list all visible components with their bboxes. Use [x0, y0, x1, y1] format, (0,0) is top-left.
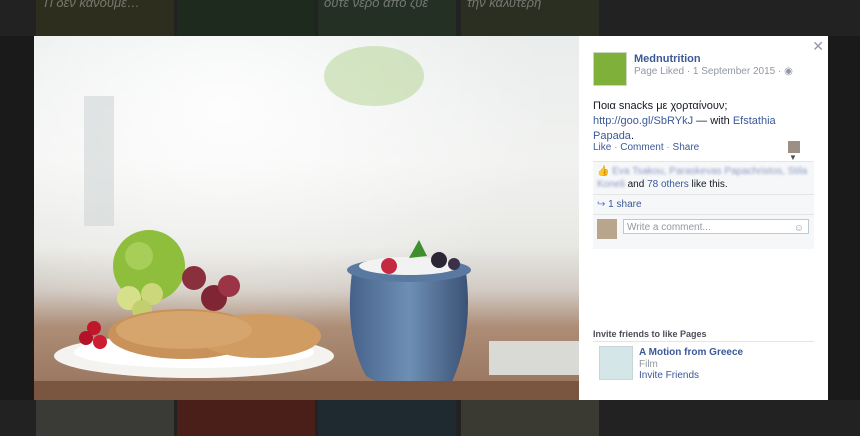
photo-illustration [34, 36, 579, 400]
background-feed-bottom [0, 400, 860, 436]
separator-dot: · [614, 142, 618, 153]
background-tile [318, 400, 456, 436]
background-tile: ούτε νερό από ζυε [318, 0, 456, 36]
background-tile-text: την καλύτερη [467, 0, 542, 10]
tagged-suffix: . [630, 130, 634, 142]
like-button[interactable]: Like [593, 142, 611, 153]
divider [593, 341, 814, 342]
photo-lightbox: ✕ Mednutrition Page Liked · 1 September … [34, 36, 828, 400]
background-tile [36, 400, 174, 436]
background-feed-top: Ti δεν κάνουμε… ούτε νερό από ζυε την κα… [0, 0, 860, 36]
comment-button[interactable]: Comment [620, 142, 663, 153]
invite-page-name[interactable]: A Motion from Greece [639, 347, 743, 358]
invite-friends-button[interactable]: Invite Friends [639, 370, 699, 381]
comment-composer: Write a comment... ☺ [593, 215, 814, 249]
likers-and: and [627, 179, 645, 190]
background-tile-text: Ti δεν κάνουμε… [42, 0, 140, 10]
share-button[interactable]: Share [673, 142, 700, 153]
background-tile [177, 400, 315, 436]
post-as-selector[interactable]: ▼ [788, 141, 808, 162]
post-message: Ποια snacks με χορταίνουν; http://goo.gl… [593, 99, 817, 144]
post-meta: Page Liked · 1 September 2015 · ◉ [634, 66, 793, 77]
shares-link[interactable]: 1 share [608, 199, 641, 210]
background-tile-text: ούτε νερό από ζυε [324, 0, 429, 10]
feedback-box: 👍 Eva Tsakou, Paraskevas Papachristos, S… [593, 161, 814, 249]
likers-suffix: like this. [691, 179, 728, 190]
background-tile [177, 0, 315, 36]
background-tile [461, 400, 599, 436]
with-prefix: — with [693, 115, 733, 127]
likes-row: 👍 Eva Tsakou, Paraskevas Papachristos, S… [593, 162, 814, 195]
post-photo[interactable] [34, 36, 579, 400]
post-link[interactable]: http://goo.gl/SbRYkJ [593, 115, 693, 127]
invite-page-avatar[interactable] [599, 346, 633, 380]
invite-section-title: Invite friends to like Pages [593, 329, 707, 339]
user-avatar [788, 141, 800, 153]
user-avatar [597, 219, 617, 239]
post-sidebar: ✕ Mednutrition Page Liked · 1 September … [579, 36, 828, 400]
others-link[interactable]: 78 others [647, 179, 689, 190]
comment-input[interactable]: Write a comment... ☺ [623, 219, 809, 234]
post-meta-text: Page Liked · 1 September 2015 · [634, 66, 782, 77]
emoji-icon[interactable]: ☺ [794, 221, 804, 236]
comment-placeholder: Write a comment... [627, 222, 711, 233]
page-avatar[interactable] [593, 52, 627, 86]
globe-icon: ◉ [784, 66, 793, 77]
invite-page-category: Film [639, 359, 658, 370]
separator-dot: · [666, 142, 670, 153]
shares-row: ↪ 1 share [593, 195, 814, 215]
background-tile: Ti δεν κάνουμε… [36, 0, 174, 36]
share-icon: ↪ [597, 199, 606, 210]
close-icon[interactable]: ✕ [812, 38, 824, 55]
thumbs-up-icon: 👍 [597, 166, 610, 177]
post-actions: Like · Comment · Share [593, 142, 699, 153]
page-name-link[interactable]: Mednutrition [634, 53, 701, 65]
background-tile: την καλύτερη [461, 0, 599, 36]
post-text: Ποια snacks με χορταίνουν; [593, 100, 728, 112]
